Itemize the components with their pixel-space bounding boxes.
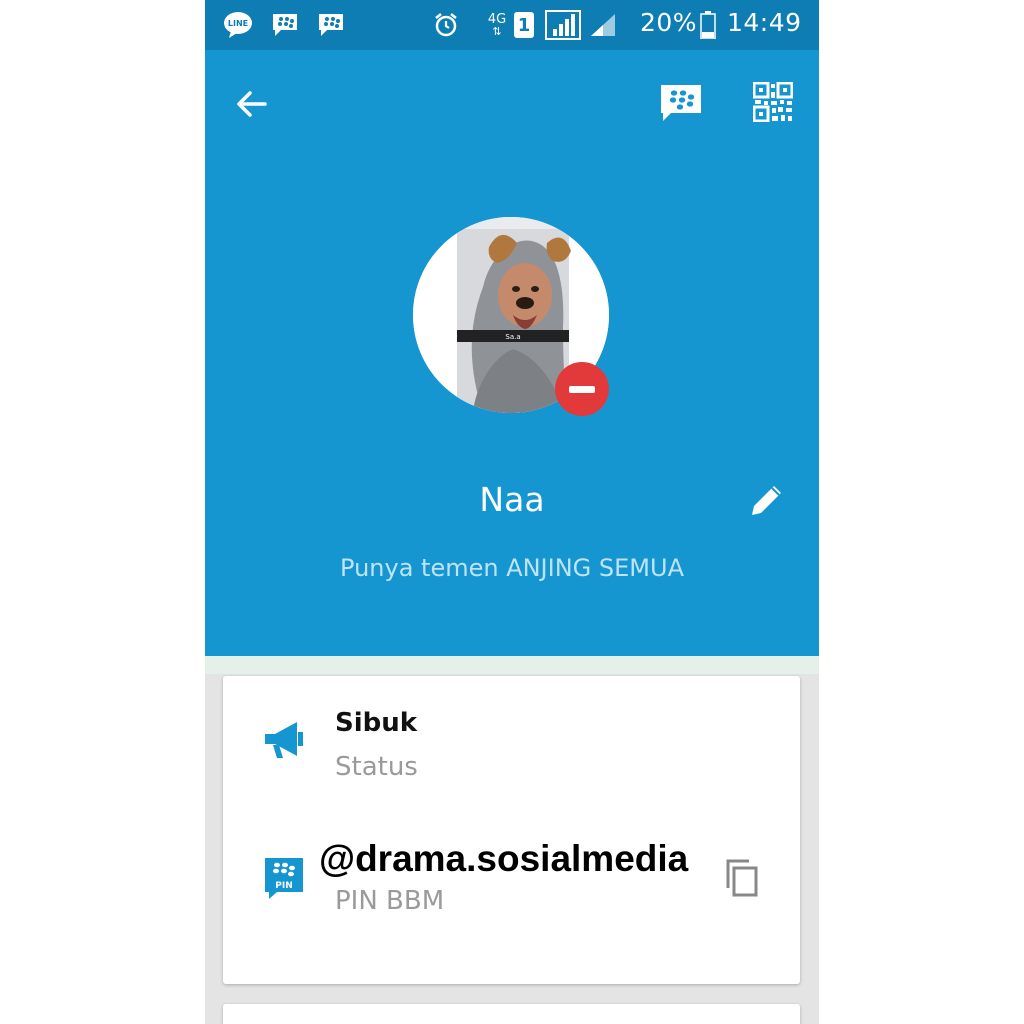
back-button[interactable] [229, 82, 273, 126]
bbm-chat-icon [661, 85, 701, 121]
status-label: Status [335, 752, 418, 782]
pencil-icon [752, 486, 781, 515]
line-icon: LINE [223, 11, 253, 39]
svg-text:PIN: PIN [275, 881, 292, 891]
watermark-text: @drama.sosialmedia [319, 838, 689, 879]
network-type: 4G ⇅ [487, 12, 507, 38]
phone-screen: LINE 4G ⇅ 1 20% 14:49 Sa.a Naa Punya tem… [205, 0, 819, 1024]
alarm-icon [433, 11, 459, 39]
qr-code-icon [753, 82, 793, 122]
clock: 14:49 [727, 8, 802, 37]
bbm-icon [271, 11, 299, 39]
personal-message: Punya temen ANJING SEMUA [340, 554, 684, 582]
copy-pin-button[interactable] [722, 856, 762, 900]
pin-label: PIN BBM [335, 886, 445, 916]
arrow-left-icon [237, 91, 267, 117]
svg-text:LINE: LINE [228, 19, 248, 28]
profile-name: Naa [479, 480, 545, 519]
status-value: Sibuk [335, 708, 418, 738]
bbm-pin-icon: PIN [263, 856, 305, 900]
divider-strip [205, 656, 819, 674]
remove-photo-button[interactable] [555, 362, 609, 416]
status-row[interactable]: Sibuk Status [223, 676, 800, 816]
qr-code-button[interactable] [751, 80, 795, 124]
battery-percent: 20% [640, 8, 698, 37]
profile-header: Sa.a Naa Punya temen ANJING SEMUA [205, 50, 819, 656]
sim-icon: 1 [513, 11, 535, 39]
bbm-icon [317, 11, 345, 39]
next-card [223, 1004, 800, 1024]
minus-icon [569, 385, 595, 393]
megaphone-icon [263, 718, 305, 762]
status-bar: LINE 4G ⇅ 1 20% 14:49 [205, 0, 819, 50]
battery-icon [700, 11, 716, 39]
info-card: Sibuk Status PIN @drama.sosialmedia PIN … [223, 676, 800, 984]
signal-icon [589, 11, 617, 39]
pin-row[interactable]: PIN @drama.sosialmedia PIN BBM [223, 816, 800, 984]
avatar-caption: Sa.a [505, 333, 520, 341]
copy-icon [726, 859, 758, 897]
edit-profile-button[interactable] [743, 478, 791, 522]
chat-button[interactable] [657, 80, 705, 126]
signal-icon [545, 10, 581, 40]
